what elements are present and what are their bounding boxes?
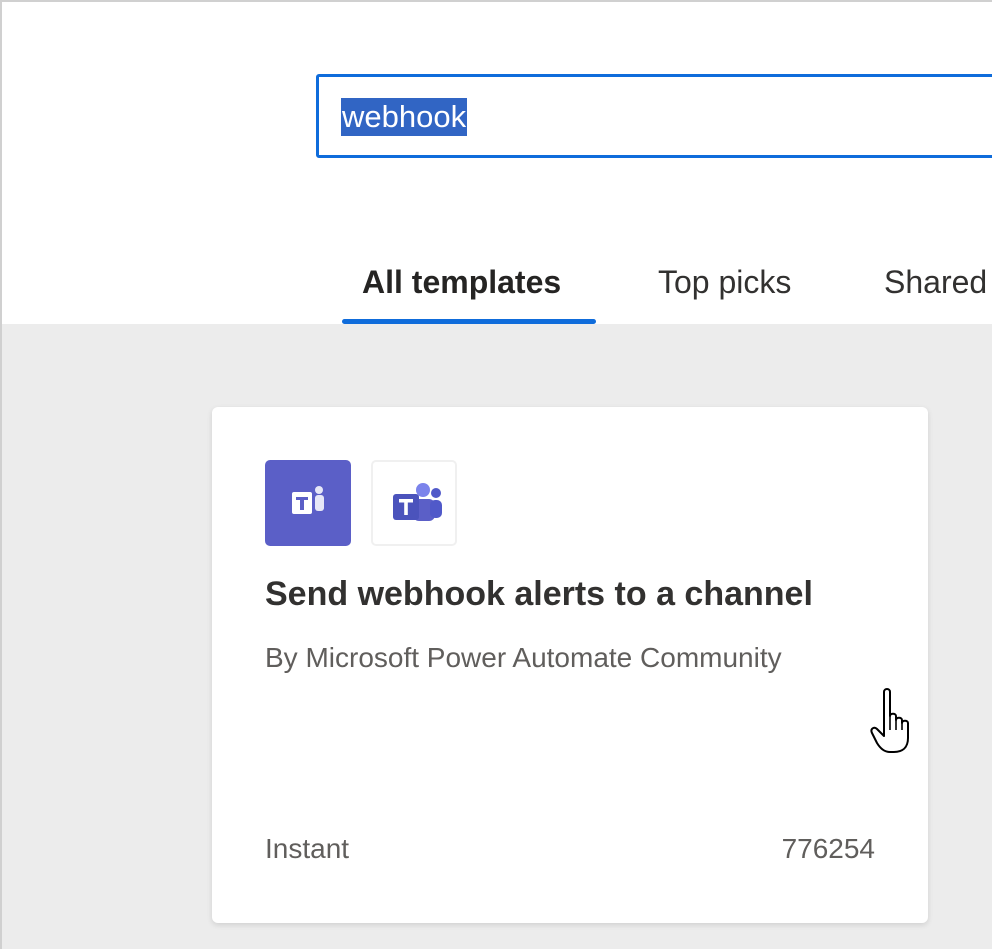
tab-shared[interactable]: Shared [884,254,987,310]
search-input-value[interactable]: webhook [341,98,468,136]
tab-top-picks[interactable]: Top picks [658,254,791,310]
card-author: By Microsoft Power Automate Community [265,642,782,673]
teams-logo-icon [371,460,457,546]
card-usage-count: 776254 [781,833,875,864]
app-window: webhook All templates Top picks Shared S… [0,0,992,949]
template-card[interactable]: Send webhook alerts to a channel By Micr… [212,407,928,923]
card-type: Instant [265,833,350,864]
template-results: Send webhook alerts to a channel By Micr… [2,324,992,949]
card-title: Send webhook alerts to a channel [265,575,813,613]
teams-connector-icon [265,460,351,546]
search-input[interactable]: webhook [316,74,992,158]
tab-all-templates[interactable]: All templates [362,254,561,310]
header: webhook All templates Top picks Shared [2,2,992,324]
hand-cursor-icon [870,688,909,753]
